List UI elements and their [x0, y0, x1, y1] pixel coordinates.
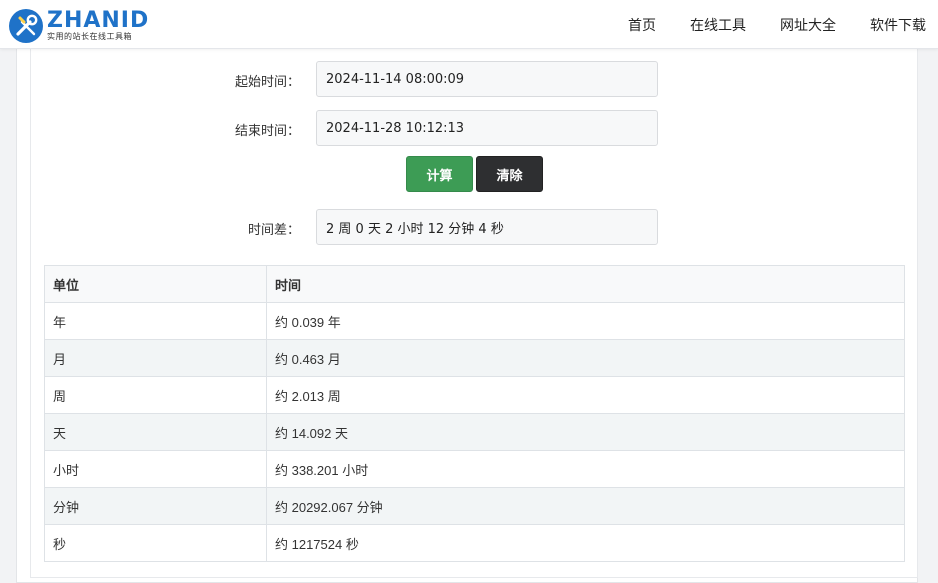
value-cell: 约 2.013 周 — [266, 376, 905, 414]
value-cell: 约 14.092 天 — [266, 413, 905, 451]
time-diff-label: 时间差： — [247, 222, 300, 237]
nav-web-directory[interactable]: 网址大全 — [780, 15, 836, 35]
unit-cell: 天 — [44, 413, 267, 451]
value-cell: 约 1217524 秒 — [266, 524, 905, 562]
site-header: ZHANID 实用的站长在线工具箱 首页 在线工具 网址大全 软件下载 — [0, 0, 938, 49]
table-row: 周 约 2.013 周 — [44, 376, 905, 414]
start-time-input[interactable] — [326, 71, 648, 87]
table-row: 秒 约 1217524 秒 — [44, 524, 905, 562]
nav-online-tools[interactable]: 在线工具 — [690, 15, 746, 35]
unit-cell: 年 — [44, 302, 267, 340]
site-logo[interactable]: ZHANID 实用的站长在线工具箱 — [8, 8, 149, 44]
table-row: 月 约 0.463 月 — [44, 339, 905, 377]
calculate-button[interactable]: 计算 — [406, 156, 473, 192]
nav-software-download[interactable]: 软件下载 — [870, 15, 926, 35]
value-cell: 约 20292.067 分钟 — [266, 487, 905, 525]
table-row: 天 约 14.092 天 — [44, 413, 905, 451]
time-diff-output: 2 周 0 天 2 小时 12 分钟 4 秒 — [316, 209, 658, 245]
table-header-row: 单位 时间 — [44, 265, 905, 303]
value-cell: 约 0.039 年 — [266, 302, 905, 340]
wrench-screwdriver-logo-icon — [9, 9, 43, 43]
table-row: 分钟 约 20292.067 分钟 — [44, 487, 905, 525]
result-table: 单位 时间 年 约 0.039 年 月 约 0.463 月 周 约 2.013 … — [44, 265, 905, 562]
unit-cell: 秒 — [44, 524, 267, 562]
table-row: 年 约 0.039 年 — [44, 302, 905, 340]
end-time-field[interactable] — [316, 110, 658, 146]
end-time-input[interactable] — [326, 120, 648, 136]
clear-button[interactable]: 清除 — [476, 156, 543, 192]
column-header-time: 时间 — [266, 265, 905, 303]
unit-cell: 月 — [44, 339, 267, 377]
end-time-label: 结束时间： — [234, 123, 300, 138]
start-time-field[interactable] — [316, 61, 658, 97]
unit-cell: 分钟 — [44, 487, 267, 525]
nav-home[interactable]: 首页 — [628, 15, 656, 35]
unit-cell: 周 — [44, 376, 267, 414]
logo-wordmark: ZHANID — [47, 8, 150, 33]
top-nav: 首页 在线工具 网址大全 软件下载 — [594, 0, 926, 49]
column-header-unit: 单位 — [44, 265, 267, 303]
logo-slogan: 实用的站长在线工具箱 — [47, 32, 132, 41]
unit-cell: 小时 — [44, 450, 267, 488]
table-row: 小时 约 338.201 小时 — [44, 450, 905, 488]
value-cell: 约 338.201 小时 — [266, 450, 905, 488]
start-time-label: 起始时间： — [234, 74, 300, 89]
value-cell: 约 0.463 月 — [266, 339, 905, 377]
